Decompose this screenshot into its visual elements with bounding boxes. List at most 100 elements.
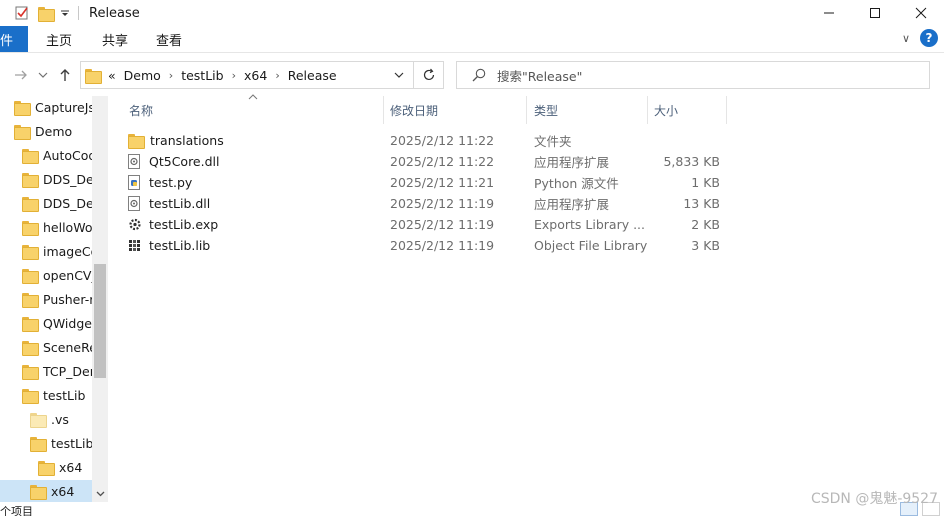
file-name-cell[interactable]: testLib.exp <box>128 214 378 235</box>
title-separator <box>78 6 79 20</box>
tree-item-label: CaptureJs <box>35 99 92 115</box>
tree-item-label: DDS_Der <box>43 195 92 211</box>
file-name-cell[interactable]: testLib.dll <box>128 193 378 214</box>
chevron-right-icon[interactable]: › <box>275 69 279 82</box>
file-row[interactable]: testLib.dll 2025/2/12 11:19 应用程序扩展 13 KB <box>128 193 728 214</box>
tab-view[interactable]: 查看 <box>152 26 186 52</box>
minimize-button[interactable] <box>806 0 852 26</box>
tree-item[interactable]: Demo <box>0 120 92 142</box>
file-row[interactable]: testLib.lib 2025/2/12 11:19 Object File Li… <box>128 235 728 256</box>
customize-toolbar-icon[interactable] <box>60 5 70 21</box>
tree-item-label: .vs <box>51 411 69 427</box>
column-header-type[interactable]: 类型 <box>534 96 558 124</box>
ribbon-right-controls: ∨ ? <box>902 29 938 47</box>
tree-item[interactable]: testLib <box>0 432 92 454</box>
tree-item[interactable]: openCV_ <box>0 264 92 286</box>
column-divider[interactable] <box>526 96 527 124</box>
address-overflow[interactable]: « <box>108 68 116 83</box>
tree-item[interactable]: .vs <box>0 408 92 430</box>
tree-item[interactable]: x64 <box>0 456 92 478</box>
back-button[interactable] <box>12 64 30 86</box>
scroll-down-arrow[interactable] <box>92 485 108 501</box>
expand-ribbon-icon[interactable]: ∨ <box>902 32 910 45</box>
lib-file-icon <box>128 238 142 253</box>
file-date: 2025/2/12 11:21 <box>390 175 495 190</box>
file-row[interactable]: translations 2025/2/12 11:22 文件夹 <box>128 130 728 151</box>
file-size: 13 KB <box>683 196 720 211</box>
tree-item[interactable]: DDS_Der <box>0 168 92 190</box>
chevron-right-icon[interactable]: › <box>169 69 173 82</box>
python-file-icon <box>128 175 142 190</box>
column-header-date[interactable]: 修改日期 <box>390 96 438 124</box>
file-type: 应用程序扩展 <box>534 197 610 212</box>
file-size <box>648 130 720 151</box>
help-icon[interactable]: ? <box>920 29 938 47</box>
breadcrumb-x64[interactable]: x64 <box>244 68 267 83</box>
tree-item-label: testLib <box>51 435 92 451</box>
column-header-date-label: 修改日期 <box>390 103 439 118</box>
file-size: 5,833 KB <box>663 154 720 169</box>
folder-icon <box>30 436 47 452</box>
breadcrumb-demo[interactable]: Demo <box>124 68 161 83</box>
file-name-cell[interactable]: Qt5Core.dll <box>128 151 378 172</box>
file-name: translations <box>150 133 224 148</box>
column-divider[interactable] <box>383 96 384 124</box>
column-header-type-label: 类型 <box>534 103 559 118</box>
tree-item-label: imageCo <box>43 243 92 259</box>
close-button[interactable] <box>898 0 944 26</box>
file-row[interactable]: test.py 2025/2/12 11:21 Python 源文件 1 KB <box>128 172 728 193</box>
file-name-cell[interactable]: translations <box>128 130 378 151</box>
ribbon-tabs: 件 主页 共享 查看 ∨ ? <box>0 26 944 52</box>
tree-item[interactable]: QWidget <box>0 312 92 334</box>
tree-item[interactable]: SceneRe <box>0 336 92 358</box>
maximize-button[interactable] <box>852 0 898 26</box>
folder-icon <box>22 340 39 356</box>
tree-item[interactable]: Pusher-r <box>0 288 92 310</box>
address-bar[interactable]: « Demo › testLib › x64 › Release <box>80 61 414 89</box>
file-row[interactable]: testLib.exp 2025/2/12 11:19 Exports Librar… <box>128 214 728 235</box>
nav-scrollbar-thumb[interactable] <box>94 264 106 378</box>
tree-item[interactable]: CaptureJs <box>0 96 92 118</box>
tree-item[interactable]: TCP_Den <box>0 360 92 382</box>
file-name-cell[interactable]: testLib.lib <box>128 235 378 256</box>
column-header-size[interactable]: 大小 <box>654 96 678 124</box>
tree-item[interactable]: helloWo <box>0 216 92 238</box>
tree-item[interactable]: testLib <box>0 384 92 406</box>
file-date: 2025/2/12 11:19 <box>390 238 495 253</box>
folder-icon <box>22 388 39 404</box>
item-count: 个项目 <box>0 505 33 516</box>
tab-file[interactable]: 件 <box>0 26 28 52</box>
tree-item[interactable]: x64 <box>0 480 92 502</box>
breadcrumb-testlib[interactable]: testLib <box>181 68 223 83</box>
quick-access-toolbar: Release <box>0 0 140 26</box>
properties-check-icon[interactable] <box>14 5 30 21</box>
tree-item[interactable]: imageCo <box>0 240 92 262</box>
file-name: test.py <box>149 175 193 190</box>
new-folder-icon[interactable] <box>38 5 55 22</box>
file-type: 文件夹 <box>534 134 572 149</box>
up-button[interactable] <box>56 64 74 86</box>
folder-icon <box>22 268 39 284</box>
folder-icon <box>22 148 39 164</box>
column-divider[interactable] <box>647 96 648 124</box>
folder-icon <box>30 484 47 500</box>
tab-home[interactable]: 主页 <box>42 26 76 52</box>
search-box[interactable]: 搜索"Release" <box>456 61 930 89</box>
recent-locations-button[interactable] <box>36 64 50 86</box>
tree-item-label: x64 <box>59 459 83 475</box>
refresh-button[interactable] <box>414 61 444 89</box>
tree-item[interactable]: DDS_Der <box>0 192 92 214</box>
tab-share[interactable]: 共享 <box>98 26 132 52</box>
column-header-name[interactable]: 名称 <box>129 96 153 124</box>
chevron-right-icon[interactable]: › <box>232 69 236 82</box>
tree-item-label: helloWo <box>43 219 92 235</box>
maximize-icon <box>870 8 880 18</box>
folder-icon <box>22 172 39 188</box>
breadcrumb-release[interactable]: Release <box>288 68 337 83</box>
close-icon <box>915 7 927 19</box>
file-name-cell[interactable]: test.py <box>128 172 378 193</box>
tree-item[interactable]: AutoCod <box>0 144 92 166</box>
address-dropdown-button[interactable] <box>385 62 413 88</box>
column-divider[interactable] <box>726 96 727 124</box>
file-row[interactable]: Qt5Core.dll 2025/2/12 11:22 应用程序扩展 5,833 KB <box>128 151 728 172</box>
